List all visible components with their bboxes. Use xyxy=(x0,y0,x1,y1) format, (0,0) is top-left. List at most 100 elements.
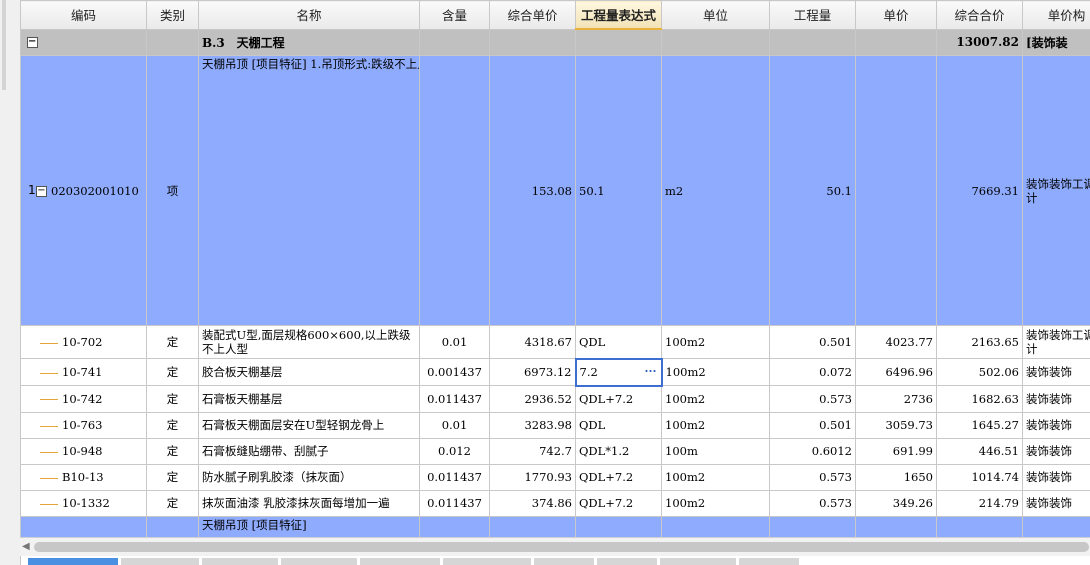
collapse-toggle-icon[interactable]: − xyxy=(36,186,47,197)
sub-unit[interactable]: 100m2 xyxy=(661,358,770,386)
bottom-tab[interactable] xyxy=(202,558,278,565)
main-item-content[interactable] xyxy=(419,55,490,326)
sub-code-cell[interactable]: 10-763 xyxy=(20,411,147,439)
bottom-tab-active[interactable] xyxy=(28,558,118,565)
left-panel-knob[interactable] xyxy=(2,0,6,90)
table-row[interactable]: 10-1332 定 抹灰面油漆 乳胶漆抹灰面每增加一遍 0.011437 374… xyxy=(20,489,1090,517)
main-item-description[interactable]: 天棚吊顶 [项目特征] 1.吊顶形式:跌级不上人 2.龙骨类型、材料种类、规格、… xyxy=(198,55,420,326)
sub-expression[interactable]: QDL+7.2 xyxy=(575,489,662,517)
sub-unit[interactable]: 100m2 xyxy=(661,385,770,413)
table-row[interactable]: 10-742 定 石膏板天棚基层 0.011437 2936.52 QDL+7.… xyxy=(20,385,1090,413)
sub-type: 定 xyxy=(146,325,199,359)
table-row[interactable]: 10-948 定 石膏板缝贴绷带、刮腻子 0.012 742.7 QDL*1.2… xyxy=(20,437,1090,465)
sub-quantity[interactable]: 0.6012 xyxy=(769,437,856,465)
collapse-toggle-icon[interactable]: − xyxy=(26,37,38,49)
sub-expression[interactable]: QDL xyxy=(575,411,662,439)
sub-content[interactable]: 0.01 xyxy=(419,325,490,359)
group-extra: [装饰装 xyxy=(1022,28,1090,56)
scroll-left-arrow-icon[interactable]: ◀ xyxy=(22,541,30,552)
sub-content[interactable]: 0.012 xyxy=(419,437,490,465)
sub-unit[interactable]: 100m2 xyxy=(661,463,770,491)
main-item-row[interactable]: −020302001010 项 天棚吊顶 [项目特征] 1.吊顶形式:跌级不上人… xyxy=(20,55,1090,326)
sub-content[interactable]: 0.01 xyxy=(419,411,490,439)
sub-expression[interactable]: QDL+7.2 xyxy=(575,463,662,491)
bottom-tab[interactable] xyxy=(443,558,531,565)
table-row[interactable]: B10-13 定 防水腻子刷乳胶漆（抹灰面） 0.011437 1770.93 … xyxy=(20,463,1090,491)
main-item-expression[interactable]: 50.1 xyxy=(575,55,662,326)
sub-name[interactable]: 石膏板天棚基层 xyxy=(198,385,420,413)
sub-quantity[interactable]: 0.573 xyxy=(769,463,856,491)
sub-unit[interactable]: 100m2 xyxy=(661,411,770,439)
col-header-price-build[interactable]: 单价构 xyxy=(1022,0,1090,30)
bottom-tab[interactable] xyxy=(597,558,657,565)
sub-content[interactable]: 0.011437 xyxy=(419,385,490,413)
sub-name[interactable]: 胶合板天棚基层 xyxy=(198,358,420,386)
sub-code-cell[interactable]: 10-742 xyxy=(20,385,147,413)
sub-content[interactable]: 0.011437 xyxy=(419,463,490,491)
bottom-tab[interactable] xyxy=(281,558,357,565)
group-total: 13007.82 xyxy=(936,28,1023,56)
sub-expression[interactable]: QDL xyxy=(575,325,662,359)
col-header-code[interactable]: 编码 xyxy=(20,0,147,30)
main-item-code-cell[interactable]: −020302001010 xyxy=(20,55,147,326)
sub-unit[interactable]: 100m xyxy=(661,437,770,465)
main-item-unit[interactable]: m2 xyxy=(661,55,770,326)
table-row-current[interactable]: 10-741 定 胶合板天棚基层 0.001437 6973.12 7.2 ···… xyxy=(20,357,1090,387)
col-header-price[interactable]: 单价 xyxy=(855,0,937,30)
sub-type: 定 xyxy=(146,358,199,386)
group-row[interactable]: B2 − B.3 天棚工程 13007.82 [装饰装 xyxy=(20,28,1090,56)
bottom-tab[interactable] xyxy=(739,558,799,565)
col-header-unit[interactable]: 单位 xyxy=(661,0,770,30)
sub-name[interactable]: 装配式U型,面层规格600×600,以上跌级不上人型 xyxy=(198,325,420,359)
sub-code: 10-948 xyxy=(62,444,103,458)
expression-edit-button[interactable]: ··· xyxy=(644,364,656,378)
sub-content[interactable]: 0.001437 xyxy=(419,358,490,386)
sub-quantity[interactable]: 0.072 xyxy=(769,358,856,386)
col-header-name[interactable]: 名称 xyxy=(198,0,420,30)
sub-name[interactable]: 防水腻子刷乳胶漆（抹灰面） xyxy=(198,463,420,491)
sub-quantity[interactable]: 0.501 xyxy=(769,411,856,439)
table-row[interactable]: 10-702 定 装配式U型,面层规格600×600,以上跌级不上人型 0.01… xyxy=(20,325,1090,359)
sub-name[interactable]: 石膏板缝贴绷带、刮腻子 xyxy=(198,437,420,465)
bottom-tab[interactable] xyxy=(121,558,199,565)
expression-editor[interactable]: 7.2 ··· xyxy=(574,357,663,387)
sub-unit[interactable]: 100m2 xyxy=(661,489,770,517)
main-item-extra: 装饰装饰工调整计 xyxy=(1022,55,1090,326)
tree-connector xyxy=(40,451,58,453)
group-id-cell[interactable]: B2 − xyxy=(20,28,147,56)
sub-name[interactable]: 石膏板天棚面层安在U型轻钢龙骨上 xyxy=(198,411,420,439)
col-header-quantity[interactable]: 工程量 xyxy=(769,0,856,30)
sub-type: 定 xyxy=(146,437,199,465)
sub-price: 4023.77 xyxy=(855,325,937,359)
expression-editor-value[interactable]: 7.2 xyxy=(580,365,598,379)
sub-content[interactable]: 0.011437 xyxy=(419,489,490,517)
col-header-expression[interactable]: 工程量表达式 xyxy=(575,0,662,30)
main-item-unit-price: 153.08 xyxy=(489,55,576,326)
sub-quantity[interactable]: 0.501 xyxy=(769,325,856,359)
sub-quantity[interactable]: 0.573 xyxy=(769,489,856,517)
sub-code-cell[interactable]: 10-1332 xyxy=(20,489,147,517)
bottom-tab[interactable] xyxy=(360,558,440,565)
sub-code-cell[interactable]: 10-702 xyxy=(20,325,147,359)
bottom-tab[interactable] xyxy=(534,558,594,565)
col-header-unit-price[interactable]: 综合单价 xyxy=(489,0,576,30)
sub-quantity[interactable]: 0.573 xyxy=(769,385,856,413)
bottom-tab[interactable] xyxy=(660,558,736,565)
scrollbar-thumb[interactable] xyxy=(34,542,1089,552)
sub-expression[interactable]: QDL+7.2 xyxy=(575,385,662,413)
col-header-type[interactable]: 类别 xyxy=(146,0,199,30)
col-header-total[interactable]: 综合合价 xyxy=(936,0,1023,30)
sub-code-cell[interactable]: 10-948 xyxy=(20,437,147,465)
sub-code-cell[interactable]: B10-13 xyxy=(20,463,147,491)
main-item-quantity[interactable]: 50.1 xyxy=(769,55,856,326)
sub-expression[interactable]: QDL*1.2 xyxy=(575,437,662,465)
sub-price: 6496.96 xyxy=(855,358,937,386)
col-header-content[interactable]: 含量 xyxy=(419,0,490,30)
sub-code-cell[interactable]: 10-741 xyxy=(20,358,147,386)
horizontal-scrollbar[interactable]: ◀ xyxy=(20,537,1090,556)
sub-total: 446.51 xyxy=(936,437,1023,465)
sub-name[interactable]: 抹灰面油漆 乳胶漆抹灰面每增加一遍 xyxy=(198,489,420,517)
sub-unit[interactable]: 100m2 xyxy=(661,325,770,359)
sub-extra: 装饰装饰工调整计 xyxy=(1022,325,1090,359)
table-row[interactable]: 10-763 定 石膏板天棚面层安在U型轻钢龙骨上 0.01 3283.98 Q… xyxy=(20,411,1090,439)
